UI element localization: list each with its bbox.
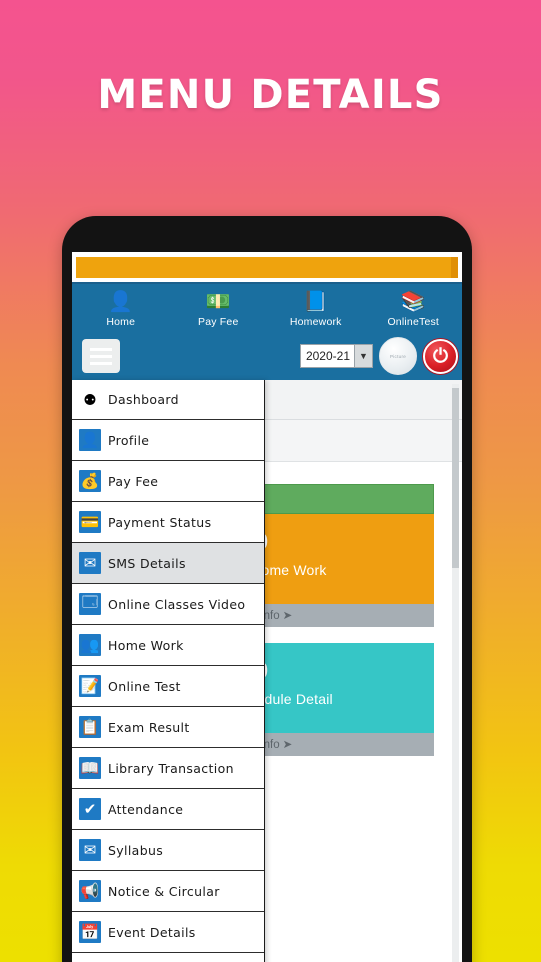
- sidebar-item-label: Event Details: [108, 924, 196, 940]
- sms-icon: ✉: [79, 552, 101, 574]
- session-year-value: 2020-21: [305, 349, 350, 363]
- sidebar-item-dashboard[interactable]: ⚉ Dashboard: [72, 380, 264, 420]
- hamburger-bar: [90, 354, 112, 358]
- exam-result-icon: 📋: [79, 716, 101, 738]
- home-work-icon: 👥: [79, 634, 101, 656]
- sidebar-item-label: Attendance: [108, 801, 184, 817]
- sidebar-item-label: Library Transaction: [108, 760, 234, 776]
- avatar[interactable]: Picture: [379, 337, 417, 375]
- sidebar-item-exam-result[interactable]: 📋 Exam Result: [72, 707, 264, 748]
- sidebar-item-library-transaction[interactable]: 📖 Library Transaction: [72, 748, 264, 789]
- sidebar-item-label: Home Work: [108, 637, 184, 653]
- dashboard-icon: ⚉: [83, 391, 97, 409]
- stacked-books-icon: 📚: [400, 291, 426, 313]
- arrow-right-circle-icon: ➤: [282, 739, 293, 751]
- topnav-item-pay-fee[interactable]: 💵 Pay Fee: [170, 290, 268, 328]
- sidebar-item-sms-details[interactable]: ✉ SMS Details: [72, 543, 264, 584]
- sidebar-item-label: Notice & Circular: [108, 883, 220, 899]
- sidebar-item-home-work[interactable]: 👥 Home Work: [72, 625, 264, 666]
- topnav-item-homework[interactable]: 📘 Homework: [267, 290, 365, 328]
- profile-icon: 👤: [79, 429, 101, 451]
- hamburger-icon[interactable]: [82, 339, 120, 373]
- online-classes-video-icon: 🗔: [79, 593, 101, 615]
- event-details-icon: 📅: [79, 921, 101, 943]
- hamburger-bar: [90, 347, 112, 351]
- sidebar-item-label: Profile: [108, 432, 150, 448]
- sidebar-item-label: Exam Result: [108, 719, 190, 735]
- online-test-icon: 📝: [79, 675, 101, 697]
- session-year-select[interactable]: 2020-21 ▼: [299, 344, 373, 368]
- toolbar-right-group: 2020-21 ▼ Picture ⏻: [299, 332, 458, 380]
- avatar-label: Picture: [389, 353, 407, 359]
- chevron-down-icon: ▼: [354, 345, 372, 367]
- banner-area: [72, 252, 462, 282]
- sidebar-item-event-details[interactable]: 📅 Event Details: [72, 912, 264, 953]
- payment-status-icon: 💳: [79, 511, 101, 533]
- money-icon: 💵: [205, 291, 231, 313]
- app-toolbar: 2020-21 ▼ Picture ⏻: [72, 332, 462, 380]
- sidebar-item-syllabus[interactable]: ✉ Syllabus: [72, 830, 264, 871]
- books-icon: 📘: [303, 291, 329, 313]
- topnav-item-online-test[interactable]: 📚 OnlineTest: [365, 290, 463, 328]
- app-body: RASTOGI V RASTOGI 0 Student Home Work: [72, 380, 462, 962]
- content-scrollbar[interactable]: [452, 384, 459, 962]
- syllabus-icon: ✉: [79, 839, 101, 861]
- sidebar-item-label: Online Test: [108, 678, 181, 694]
- topnav-label-pay-fee: Pay Fee: [197, 316, 239, 328]
- sidebar-item-online-test[interactable]: 📝 Online Test: [72, 666, 264, 707]
- page-title: MENU DETAILS: [97, 72, 444, 118]
- person-icon: 👤: [108, 291, 134, 313]
- topnav-item-home[interactable]: 👤 Home: [72, 290, 170, 328]
- library-transaction-icon: 📖: [79, 757, 101, 779]
- topnav-label-home: Home: [106, 316, 136, 328]
- arrow-right-circle-icon: ➤: [282, 610, 293, 622]
- phone-frame: 👤 Home 💵 Pay Fee 📘 Homework 📚 OnlineTest: [62, 216, 472, 962]
- phone-screen: 👤 Home 💵 Pay Fee 📘 Homework 📚 OnlineTest: [72, 252, 462, 962]
- content-scrollbar-thumb[interactable]: [452, 388, 459, 568]
- sidebar-item-label: Pay Fee: [108, 473, 159, 489]
- sidebar-item-pay-fee[interactable]: 💰 Pay Fee: [72, 461, 264, 502]
- sidebar-drawer: ⚉ Dashboard 👤 Profile 💰 Pay Fee 💳 Paymen…: [72, 380, 265, 962]
- sidebar-item-label: SMS Details: [108, 555, 186, 571]
- sidebar-item-label: Dashboard: [108, 392, 179, 407]
- top-navigation: 👤 Home 💵 Pay Fee 📘 Homework 📚 OnlineTest: [72, 282, 462, 332]
- topnav-label-homework: Homework: [289, 316, 342, 328]
- hamburger-bar: [90, 361, 112, 365]
- sidebar-item-online-classes-video[interactable]: 🗔 Online Classes Video: [72, 584, 264, 625]
- sidebar-item-notice-circular[interactable]: 📢 Notice & Circular: [72, 871, 264, 912]
- sidebar-item-profile[interactable]: 👤 Profile: [72, 420, 264, 461]
- banner-end-cap: [451, 257, 458, 278]
- attendance-icon: ✔: [79, 798, 101, 820]
- sidebar-item-attendance[interactable]: ✔ Attendance: [72, 789, 264, 830]
- sidebar-item-label: Payment Status: [108, 514, 212, 530]
- orange-banner: [76, 257, 458, 278]
- sidebar-item-label: Syllabus: [108, 842, 164, 858]
- power-icon: ⏻: [432, 345, 449, 367]
- sidebar-item-label: Online Classes Video: [108, 596, 246, 612]
- pay-fee-icon: 💰: [79, 470, 101, 492]
- sidebar-item-payment-status[interactable]: 💳 Payment Status: [72, 502, 264, 543]
- notice-circular-icon: 📢: [79, 880, 101, 902]
- logout-power-button[interactable]: ⏻: [423, 338, 458, 374]
- topnav-label-online-test: OnlineTest: [387, 316, 440, 328]
